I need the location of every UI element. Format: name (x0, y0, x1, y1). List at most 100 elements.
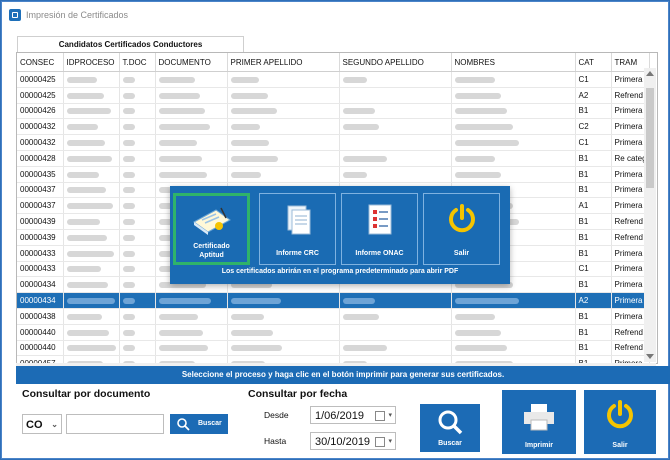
tab-candidates[interactable]: Candidatos Certificados Conductores (17, 36, 244, 53)
table-row[interactable]: 00000432 C2 Primera (17, 118, 650, 136)
col-tdoc[interactable]: T.DOC (119, 53, 156, 72)
table-row[interactable]: 00000434 A2 Primera (17, 292, 650, 309)
cell-idproceso (63, 324, 120, 341)
redacted-value (122, 297, 135, 304)
redacted-value (230, 345, 282, 352)
document-input[interactable] (66, 414, 164, 434)
consult-by-date-title: Consultar por fecha (248, 388, 348, 400)
cell-consec: 00000425 (17, 87, 64, 104)
redacted-value (230, 76, 259, 83)
cell-consec: 00000439 (17, 229, 64, 246)
col-nombres[interactable]: NOMBRES (451, 53, 576, 72)
scroll-up-icon[interactable] (646, 71, 654, 76)
redacted-value (66, 282, 108, 289)
redacted-value (342, 124, 379, 131)
redacted-value (66, 171, 99, 178)
redacted-value (122, 266, 135, 273)
redacted-value (454, 345, 507, 352)
cell-cat: B1 (575, 150, 612, 167)
table-row[interactable]: 00000440 B1 Refrend (17, 324, 650, 341)
cell-consec: 00000440 (17, 340, 64, 357)
redacted-value (122, 234, 135, 241)
to-date-input[interactable]: 30/10/2019 ▾ (310, 432, 396, 450)
cell-primer-apellido (227, 71, 340, 88)
redacted-value (66, 218, 100, 225)
cell-cat: A2 (575, 292, 612, 309)
cell-cat: A1 (575, 197, 612, 215)
document-report-icon (287, 205, 310, 235)
cell-idproceso (63, 71, 120, 88)
cell-cat: B1 (575, 182, 612, 199)
scroll-thumb[interactable] (646, 88, 654, 188)
cell-idproceso (63, 292, 120, 309)
table-row[interactable]: 00000435 B1 Primera (17, 166, 650, 183)
app-icon (9, 9, 21, 21)
redacted-value (342, 76, 367, 83)
redacted-value (122, 218, 135, 225)
table-header-row: CONSEC IDPROCESO T.DOC DOCUMENTO PRIMER … (17, 53, 650, 72)
table-row[interactable]: 00000425 C1 Primera (17, 71, 650, 88)
cell-segundo-apellido (339, 308, 452, 325)
redacted-value (66, 234, 107, 241)
table-row[interactable]: 00000428 B1 Re categ (17, 150, 650, 167)
cell-tdoc (119, 292, 156, 309)
cell-consec: 00000437 (17, 182, 64, 199)
col-consec[interactable]: CONSEC (17, 53, 64, 72)
col-segundo-apellido[interactable]: SEGUNDO APELLIDO (339, 53, 452, 72)
col-cat[interactable]: CAT (575, 53, 612, 72)
popup-exit-button[interactable]: Salir (423, 193, 500, 265)
cell-cat: B1 (575, 103, 612, 120)
search-by-date-button[interactable]: Buscar (420, 404, 480, 452)
cell-primer-apellido (227, 150, 340, 167)
redacted-value (454, 124, 513, 131)
printer-icon (524, 404, 554, 431)
vertical-scrollbar[interactable] (644, 68, 656, 362)
calendar-icon[interactable] (375, 411, 385, 421)
cell-idproceso (63, 261, 120, 278)
table-row[interactable]: 00000425 A2 Refrend (17, 87, 650, 104)
table-row[interactable]: 00000438 B1 Primera (17, 308, 650, 325)
search-by-document-button[interactable]: Buscar (170, 414, 228, 434)
cell-tdoc (119, 213, 156, 230)
informe-onac-button[interactable]: Informe ONAC (341, 193, 418, 265)
search-by-date-label: Buscar (438, 440, 462, 447)
redacted-value (122, 250, 135, 257)
redacted-value (158, 92, 200, 99)
table-row[interactable]: 00000426 B1 Primera (17, 103, 650, 120)
cell-tdoc (119, 134, 156, 151)
redacted-value (66, 155, 112, 162)
redacted-value (230, 139, 269, 146)
certificado-aptitud-button[interactable]: Certificado Aptitud (173, 193, 250, 265)
redacted-value (158, 124, 210, 131)
redacted-value (454, 171, 501, 178)
from-date-input[interactable]: 1/06/2019 ▾ (310, 406, 396, 424)
table-row[interactable]: 00000440 B1 Refrend (17, 340, 650, 357)
chevron-down-icon[interactable]: ▾ (388, 433, 392, 451)
cell-nombres (451, 340, 576, 357)
redacted-value (342, 155, 387, 162)
cell-cat: B1 (575, 245, 612, 262)
redacted-value (66, 203, 113, 210)
cell-documento (155, 166, 228, 183)
col-idproceso[interactable]: IDPROCESO (63, 53, 120, 72)
exit-button[interactable]: Salir (584, 390, 656, 454)
redacted-value (342, 297, 375, 304)
cell-idproceso (63, 134, 120, 151)
doc-type-value: CO (26, 419, 43, 431)
scroll-down-icon[interactable] (646, 354, 654, 359)
table-row[interactable]: 00000432 C1 Primera (17, 134, 650, 151)
chevron-down-icon[interactable]: ▾ (388, 407, 392, 425)
cell-tdoc (119, 229, 156, 246)
redacted-value (66, 108, 111, 115)
calendar-icon[interactable] (375, 437, 385, 447)
cell-cat: B1 (575, 166, 612, 183)
title-bar: Impresión de Certificados (2, 2, 668, 28)
cell-cat: C1 (575, 71, 612, 88)
col-primer-apellido[interactable]: PRIMER APELLIDO (227, 53, 340, 72)
informe-crc-button[interactable]: Informe CRC (259, 193, 336, 265)
cell-documento (155, 118, 228, 136)
doc-type-select[interactable]: CO ⌄ (22, 414, 62, 434)
print-button[interactable]: Imprimir (502, 390, 576, 454)
checklist-report-icon (368, 204, 391, 235)
col-documento[interactable]: DOCUMENTO (155, 53, 228, 72)
